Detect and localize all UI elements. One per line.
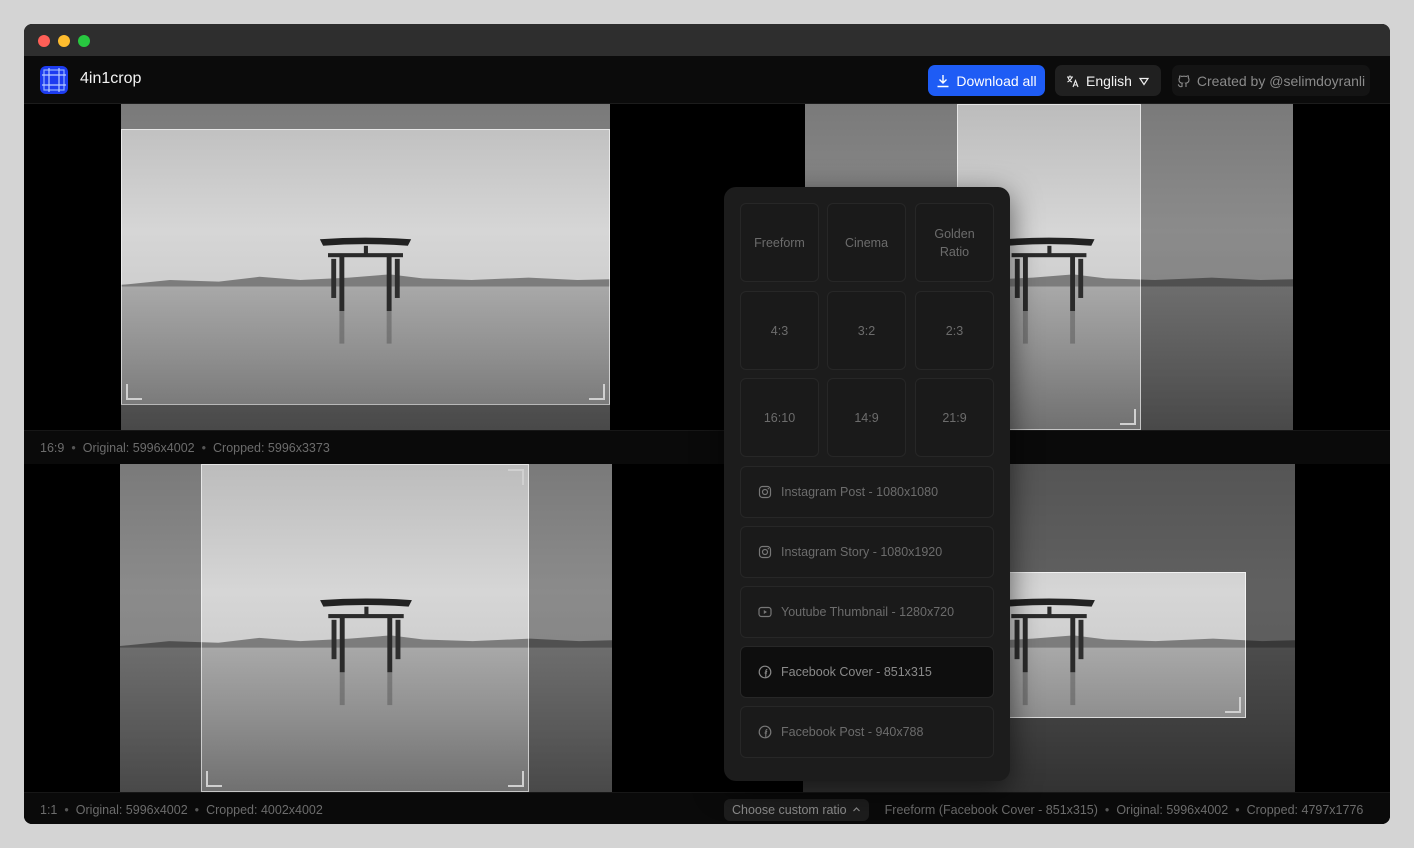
original-size: Original: 5996x4002 xyxy=(82,440,195,455)
ratio-option-label: Freeform xyxy=(754,235,805,250)
preset-facebook-post[interactable]: Facebook Post - 940x788 xyxy=(740,706,994,758)
translate-icon xyxy=(1067,75,1079,87)
original-size: Original: 5996x4002 xyxy=(75,802,188,817)
ratio-option-2-3[interactable]: 2:3 xyxy=(915,291,994,370)
crop-area[interactable] xyxy=(201,464,529,792)
app-window: 4in1crop Download all English Created by… xyxy=(24,24,1390,824)
crop-area[interactable] xyxy=(121,129,610,405)
youtube-icon xyxy=(758,606,772,618)
ratio-option-label: 3:2 xyxy=(857,323,876,338)
download-all-button[interactable]: Download all xyxy=(928,65,1045,96)
crop-handle-bottom-left[interactable] xyxy=(206,771,222,787)
ratio-option-cinema[interactable]: Cinema xyxy=(827,203,906,282)
ratio-picker-menu: Freeform Cinema Golden Ratio 4:3 3:2 2:3… xyxy=(724,187,1010,781)
crop-mask-right xyxy=(529,464,612,792)
cropped-size: Cropped: 4797x1776 xyxy=(1246,802,1364,817)
github-icon xyxy=(1177,74,1190,87)
ratio-option-label: Golden Ratio xyxy=(934,226,975,259)
ratio-label: 1:1 xyxy=(40,802,58,817)
crop-mask-bottom xyxy=(121,404,610,430)
minimize-window-button[interactable] xyxy=(58,35,70,47)
crop-info-bar: 1:1 • Original: 5996x4002 • Cropped: 4002x… xyxy=(24,792,707,824)
cropped-size: Cropped: 4002x4002 xyxy=(206,802,323,817)
chevron-up-icon xyxy=(852,807,860,812)
language-select[interactable]: English xyxy=(1055,65,1161,96)
zoom-window-button[interactable] xyxy=(78,35,90,47)
crop-grid-icon xyxy=(40,66,68,94)
preset-facebook-cover[interactable]: Facebook Cover - 851x315 xyxy=(740,646,994,698)
download-icon xyxy=(937,74,949,87)
custom-ratio-label: Choose custom ratio xyxy=(732,802,847,817)
ratio-option-14-9[interactable]: 14:9 xyxy=(827,378,906,457)
preset-label: Instagram Post - 1080x1080 xyxy=(781,485,939,499)
facebook-icon xyxy=(758,665,772,679)
cropped-size: Cropped: 5996x3373 xyxy=(213,440,330,455)
preset-label: Facebook Post - 940x788 xyxy=(781,725,924,739)
ratio-option-label: 2:3 xyxy=(945,323,964,338)
crop-mask-right xyxy=(1246,572,1295,718)
chevron-down-icon xyxy=(1138,77,1150,86)
crop-handle-bottom-right[interactable] xyxy=(589,384,605,400)
crop-mask-top xyxy=(121,104,610,129)
language-label: English xyxy=(1086,72,1132,89)
app-header: 4in1crop Download all English Created by… xyxy=(24,56,1390,104)
ratio-option-label: Cinema xyxy=(844,235,889,250)
preset-label: Youtube Thumbnail - 1280x720 xyxy=(781,605,955,619)
crop-info-bar: Choose custom ratio Freeform (Facebook C… xyxy=(707,792,1390,824)
crop-mask-left xyxy=(120,464,201,792)
ratio-option-golden-ratio[interactable]: Golden Ratio xyxy=(915,203,994,282)
crop-handle-top-right[interactable] xyxy=(508,469,524,485)
instagram-icon xyxy=(758,485,772,499)
ratio-option-label: 21:9 xyxy=(942,410,967,425)
app-name: 4in1crop xyxy=(80,70,142,87)
ratio-option-freeform[interactable]: Freeform xyxy=(740,203,819,282)
ratio-label: 16:9 xyxy=(40,440,65,455)
crop-handle-bottom-left[interactable] xyxy=(126,384,142,400)
crop-info-bar: 16:9 • Original: 5996x4002 • Cropped: 5996… xyxy=(24,430,707,464)
ratio-label: Freeform (Facebook Cover - 851x315) xyxy=(884,802,1098,817)
download-all-label: Download all xyxy=(956,72,1037,89)
choose-custom-ratio-button[interactable]: Choose custom ratio xyxy=(724,798,869,821)
facebook-icon xyxy=(758,725,772,739)
ratio-option-3-2[interactable]: 3:2 xyxy=(827,291,906,370)
crop-panel-16-9 xyxy=(24,104,707,430)
ratio-option-21-9[interactable]: 21:9 xyxy=(915,378,994,457)
preset-label: Facebook Cover - 851x315 xyxy=(781,665,932,679)
crop-panel-1-1 xyxy=(24,464,707,792)
ratio-option-label: 16:10 xyxy=(763,410,796,425)
preset-instagram-post[interactable]: Instagram Post - 1080x1080 xyxy=(740,466,994,518)
title-bar xyxy=(24,24,1390,56)
preset-instagram-story[interactable]: Instagram Story - 1080x1920 xyxy=(740,526,994,578)
crop-handle-bottom-right[interactable] xyxy=(1120,409,1136,425)
ratio-option-16-10[interactable]: 16:10 xyxy=(740,378,819,457)
original-size: Original: 5996x4002 xyxy=(1116,802,1229,817)
credit-label: Created by @selimdoyranli xyxy=(1196,72,1366,89)
instagram-icon xyxy=(758,545,772,559)
preset-youtube-thumbnail[interactable]: Youtube Thumbnail - 1280x720 xyxy=(740,586,994,638)
crop-handle-bottom-right[interactable] xyxy=(1225,697,1241,713)
close-window-button[interactable] xyxy=(38,35,50,47)
ratio-option-4-3[interactable]: 4:3 xyxy=(740,291,819,370)
ratio-option-label: 14:9 xyxy=(854,410,879,425)
crop-handle-bottom-right[interactable] xyxy=(508,771,524,787)
crop-mask-right xyxy=(1141,104,1293,430)
preset-label: Instagram Story - 1080x1920 xyxy=(781,545,943,559)
ratio-option-label: 4:3 xyxy=(770,323,789,338)
github-credit-link[interactable]: Created by @selimdoyranli xyxy=(1172,65,1370,96)
